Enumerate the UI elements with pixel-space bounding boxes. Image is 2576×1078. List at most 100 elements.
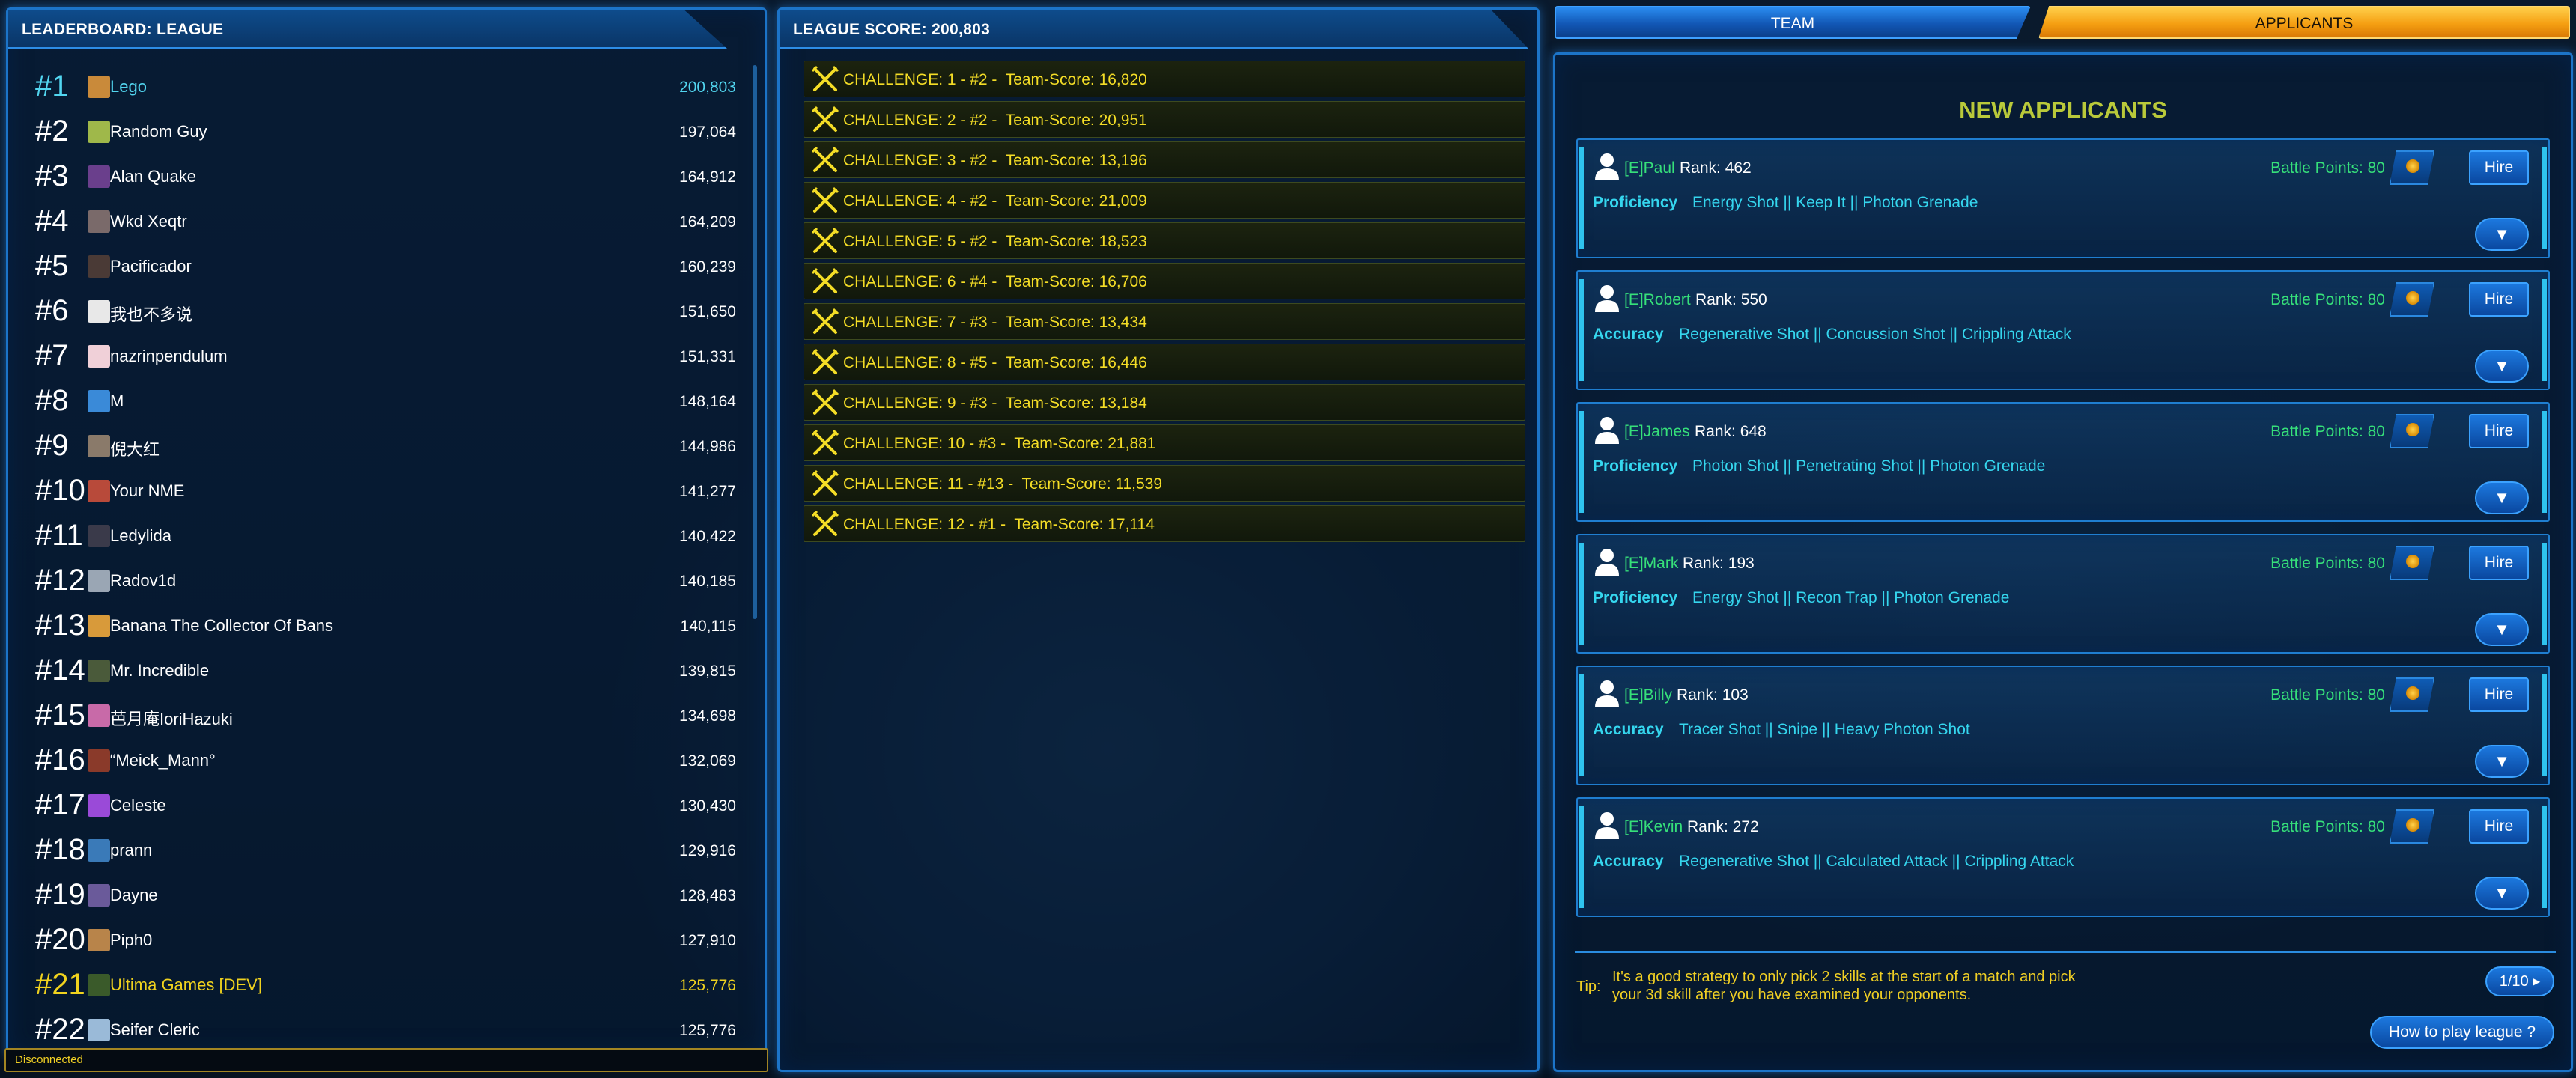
player-avatar bbox=[88, 210, 110, 233]
hire-button[interactable]: Hire bbox=[2469, 546, 2529, 580]
player-avatar bbox=[88, 525, 110, 547]
leaderboard-row[interactable]: #6 我也不多说 151,650 bbox=[25, 288, 736, 333]
player-name: Pacificador bbox=[110, 257, 192, 275]
player-avatar bbox=[88, 794, 110, 817]
leaderboard-row[interactable]: #12 Radov1d 140,185 bbox=[25, 558, 736, 603]
player-name: Radov1d bbox=[110, 571, 177, 590]
player-avatar bbox=[88, 345, 110, 368]
leaderboard-row[interactable]: #21 Ultima Games [DEV] 125,776 bbox=[25, 962, 736, 1007]
crossed-swords-icon bbox=[811, 510, 839, 536]
player-avatar bbox=[88, 929, 110, 951]
expand-button[interactable]: ▼ bbox=[2475, 350, 2529, 383]
leaderboard-row[interactable]: #18 prann 129,916 bbox=[25, 827, 736, 872]
hire-button[interactable]: Hire bbox=[2469, 677, 2529, 712]
class-badge-icon[interactable] bbox=[2390, 546, 2434, 580]
leaderboard-row[interactable]: #22 Seifer Cleric 125,776 bbox=[25, 1007, 736, 1052]
hire-button[interactable]: Hire bbox=[2469, 282, 2529, 317]
leaderboard-row[interactable]: #8 M 148,164 bbox=[25, 378, 736, 423]
applicant-skills: Regenerative Shot || Concussion Shot || … bbox=[1679, 326, 2071, 343]
hire-button[interactable]: Hire bbox=[2469, 150, 2529, 185]
player-name: prann bbox=[110, 841, 153, 859]
challenge-text: CHALLENGE: 5 - #2 - Team-Score: 18,523 bbox=[843, 233, 1147, 250]
how-to-play-button[interactable]: How to play league ? bbox=[2370, 1016, 2554, 1049]
rank-number: #4 bbox=[35, 204, 69, 237]
player-score: 141,277 bbox=[679, 483, 736, 500]
expand-button[interactable]: ▼ bbox=[2475, 481, 2529, 514]
expand-button[interactable]: ▼ bbox=[2475, 877, 2529, 910]
challenge-row[interactable]: CHALLENGE: 3 - #2 - Team-Score: 13,196 bbox=[804, 141, 1525, 178]
player-score: 125,776 bbox=[679, 977, 736, 994]
expand-button[interactable]: ▼ bbox=[2475, 613, 2529, 646]
leaderboard-row[interactable]: #10 Your NME 141,277 bbox=[25, 468, 736, 513]
leaderboard-row[interactable]: #13 Banana The Collector Of Bans 140,115 bbox=[25, 603, 736, 648]
leaderboard-row[interactable]: #9 倪大红 144,986 bbox=[25, 423, 736, 468]
battle-points: Battle Points: 80 bbox=[2270, 423, 2385, 440]
challenge-row[interactable]: CHALLENGE: 4 - #2 - Team-Score: 21,009 bbox=[804, 182, 1525, 219]
player-avatar bbox=[88, 884, 110, 907]
leaderboard-row[interactable]: #11 Ledylida 140,422 bbox=[25, 513, 736, 558]
player-name: Seifer Cleric bbox=[110, 1020, 200, 1039]
applicant-rank: Rank: 462 bbox=[1680, 159, 1752, 177]
rank-number: #16 bbox=[35, 743, 85, 776]
applicant-type: Accuracy bbox=[1593, 721, 1664, 738]
challenge-row[interactable]: CHALLENGE: 1 - #2 - Team-Score: 16,820 bbox=[804, 61, 1525, 97]
rank-number: #9 bbox=[35, 429, 69, 462]
leaderboard-row[interactable]: #5 Pacificador 160,239 bbox=[25, 243, 736, 288]
tab-team[interactable]: TEAM bbox=[1555, 6, 2031, 39]
challenge-row[interactable]: CHALLENGE: 8 - #5 - Team-Score: 16,446 bbox=[804, 344, 1525, 380]
leaderboard-row[interactable]: #19 Dayne 128,483 bbox=[25, 872, 736, 917]
player-name: Wkd Xeqtr bbox=[110, 212, 187, 231]
player-score: 134,698 bbox=[679, 707, 736, 725]
leaderboard-row[interactable]: #4 Wkd Xeqtr 164,209 bbox=[25, 198, 736, 243]
player-name: Ledylida bbox=[110, 526, 171, 545]
challenge-row[interactable]: CHALLENGE: 2 - #2 - Team-Score: 20,951 bbox=[804, 101, 1525, 138]
player-score: 140,115 bbox=[680, 618, 736, 635]
class-badge-icon[interactable] bbox=[2390, 282, 2434, 317]
player-name: 芭月庵IoriHazuki bbox=[110, 710, 233, 728]
leaderboard-row[interactable]: #7 nazrinpendulum 151,331 bbox=[25, 333, 736, 378]
challenge-row[interactable]: CHALLENGE: 6 - #4 - Team-Score: 16,706 bbox=[804, 263, 1525, 299]
page-button[interactable]: 1/10 ▸ bbox=[2485, 966, 2554, 996]
challenge-text: CHALLENGE: 1 - #2 - Team-Score: 16,820 bbox=[843, 71, 1147, 88]
class-badge-icon[interactable] bbox=[2390, 150, 2434, 185]
leaderboard-row[interactable]: #16 “Meick_Mann° 132,069 bbox=[25, 737, 736, 782]
applicant-skills: Energy Shot || Keep It || Photon Grenade bbox=[1692, 194, 1978, 211]
hire-button[interactable]: Hire bbox=[2469, 414, 2529, 448]
class-badge-icon[interactable] bbox=[2390, 677, 2434, 712]
expand-button[interactable]: ▼ bbox=[2475, 745, 2529, 778]
applicant-skills: Tracer Shot || Snipe || Heavy Photon Sho… bbox=[1679, 721, 1970, 738]
player-score: 132,069 bbox=[679, 752, 736, 770]
applicant-type: Accuracy bbox=[1593, 853, 1664, 870]
crossed-swords-icon bbox=[811, 65, 839, 91]
leaderboard-scrollbar[interactable] bbox=[753, 65, 757, 619]
player-score: 130,430 bbox=[679, 797, 736, 814]
user-icon bbox=[1595, 549, 1619, 576]
leaderboard-row[interactable]: #15 芭月庵IoriHazuki 134,698 bbox=[25, 692, 736, 737]
expand-button[interactable]: ▼ bbox=[2475, 218, 2529, 251]
leaderboard-row[interactable]: #17 Celeste 130,430 bbox=[25, 782, 736, 827]
user-icon bbox=[1595, 417, 1619, 444]
battle-points: Battle Points: 80 bbox=[2270, 555, 2385, 572]
challenge-row[interactable]: CHALLENGE: 9 - #3 - Team-Score: 13,184 bbox=[804, 384, 1525, 421]
challenge-row[interactable]: CHALLENGE: 5 - #2 - Team-Score: 18,523 bbox=[804, 222, 1525, 259]
class-badge-icon[interactable] bbox=[2390, 809, 2434, 844]
leaderboard-row[interactable]: #1 Lego 200,803 bbox=[25, 64, 736, 109]
hire-button[interactable]: Hire bbox=[2469, 809, 2529, 844]
player-avatar bbox=[88, 839, 110, 862]
rank-number: #7 bbox=[35, 339, 69, 372]
class-badge-icon[interactable] bbox=[2390, 414, 2434, 448]
leaderboard-row[interactable]: #2 Random Guy 197,064 bbox=[25, 109, 736, 153]
challenge-row[interactable]: CHALLENGE: 11 - #13 - Team-Score: 11,539 bbox=[804, 465, 1525, 502]
challenge-row[interactable]: CHALLENGE: 12 - #1 - Team-Score: 17,114 bbox=[804, 505, 1525, 542]
rank-number: #15 bbox=[35, 698, 85, 731]
rank-number: #18 bbox=[35, 833, 85, 866]
tab-applicants[interactable]: APPLICANTS bbox=[2038, 6, 2570, 39]
leaderboard-row[interactable]: #14 Mr. Incredible 139,815 bbox=[25, 648, 736, 692]
challenge-row[interactable]: CHALLENGE: 10 - #3 - Team-Score: 21,881 bbox=[804, 424, 1525, 461]
player-avatar bbox=[88, 255, 110, 278]
player-score: 164,209 bbox=[679, 213, 736, 231]
leaderboard-row[interactable]: #20 Piph0 127,910 bbox=[25, 917, 736, 962]
challenge-row[interactable]: CHALLENGE: 7 - #3 - Team-Score: 13,434 bbox=[804, 303, 1525, 340]
player-name: 倪大红 bbox=[110, 440, 160, 459]
leaderboard-row[interactable]: #3 Alan Quake 164,912 bbox=[25, 153, 736, 198]
